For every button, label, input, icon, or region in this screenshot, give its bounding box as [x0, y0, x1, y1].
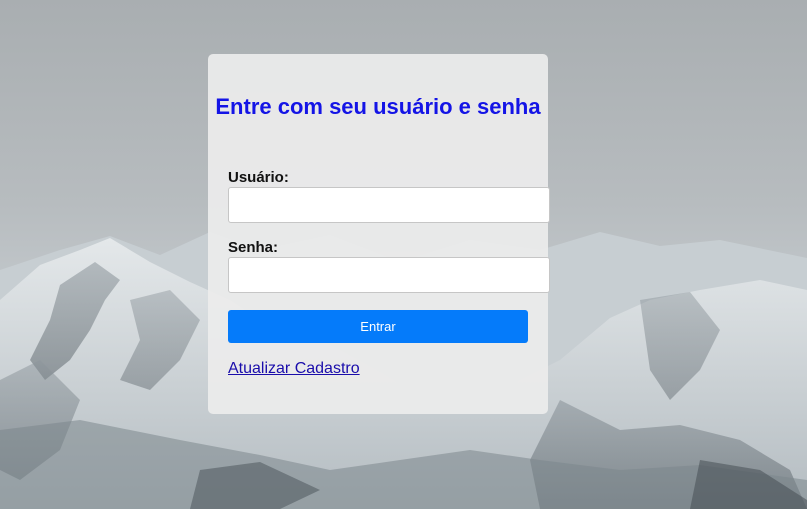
login-card: Entre com seu usuário e senha Usuário: S…: [208, 54, 550, 414]
username-input[interactable]: [228, 187, 550, 223]
password-input[interactable]: [228, 257, 550, 293]
login-title: Entre com seu usuário e senha: [215, 94, 541, 119]
submit-button[interactable]: Entrar: [228, 310, 528, 343]
username-label: Usuário:: [228, 169, 289, 186]
password-label: Senha:: [228, 239, 279, 256]
update-registration-link[interactable]: Atualizar Cadastro: [228, 360, 360, 378]
